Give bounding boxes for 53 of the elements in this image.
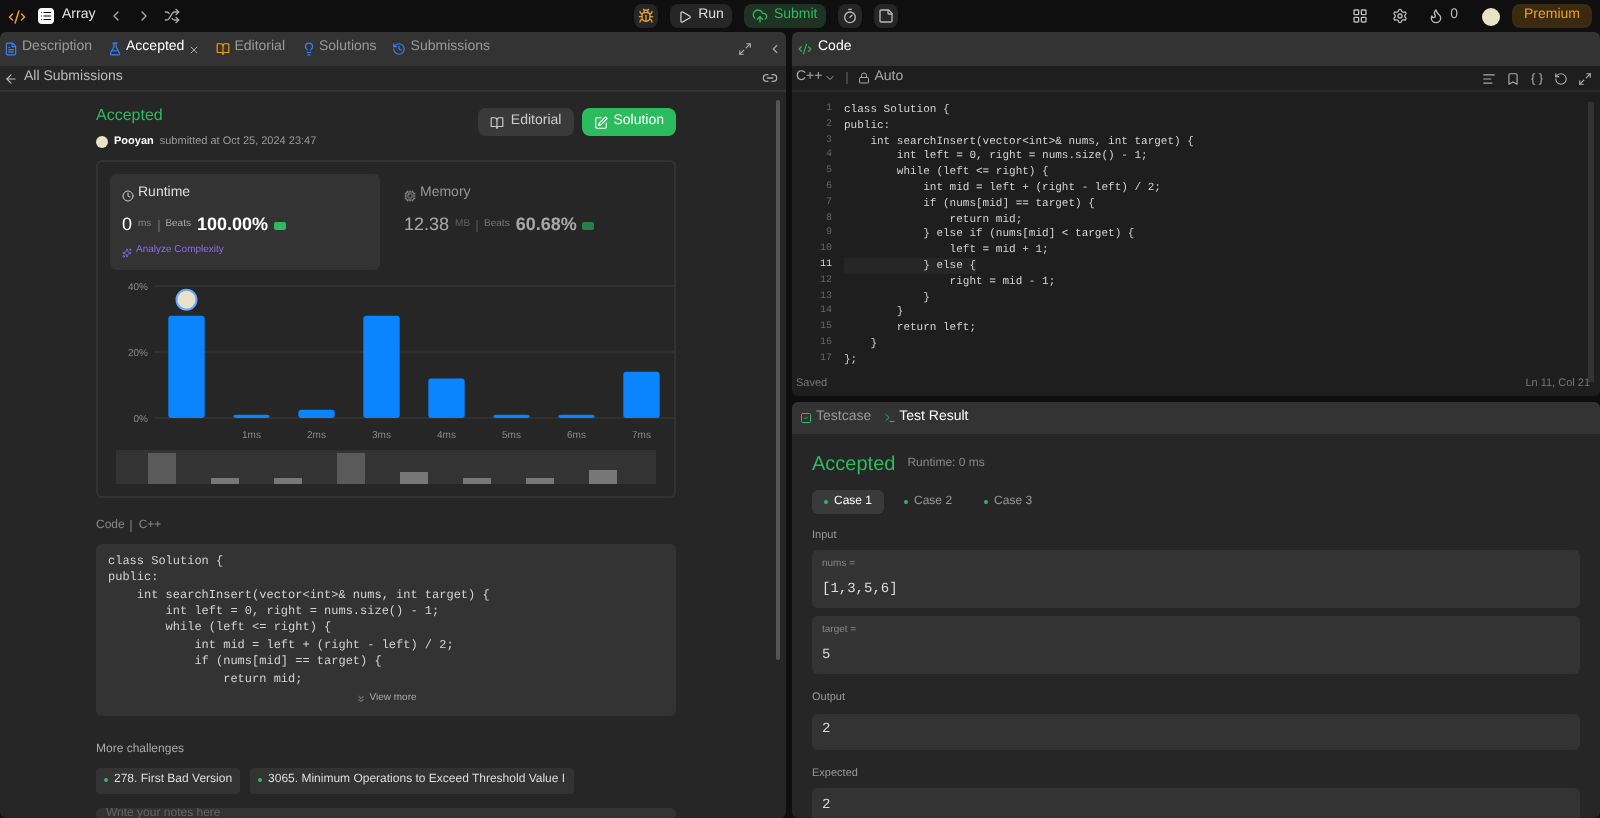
status-text: Accepted <box>96 104 165 128</box>
chip-icon <box>404 189 416 201</box>
book-icon <box>490 115 505 129</box>
stat-value: 0 <box>122 211 133 238</box>
link-icon[interactable] <box>762 70 778 86</box>
badge-icon <box>582 221 595 229</box>
stat-value: 12.38 <box>404 211 450 238</box>
maximize-icon[interactable] <box>738 42 752 56</box>
note-icon[interactable] <box>873 4 898 28</box>
timer-icon[interactable] <box>837 4 862 28</box>
history-icon <box>392 42 407 56</box>
histogram-bar[interactable] <box>298 409 335 418</box>
debug-icon[interactable] <box>634 4 659 28</box>
book-icon <box>216 42 231 56</box>
shuffle-icon[interactable] <box>163 8 180 24</box>
maximize-icon[interactable] <box>1578 71 1592 85</box>
beats-percent: 60.68% <box>515 211 577 238</box>
grid-icon[interactable] <box>1352 8 1369 24</box>
logo-icon[interactable] <box>8 7 26 25</box>
flame-icon[interactable] <box>1428 8 1445 24</box>
back-arrow-icon <box>4 71 18 85</box>
settings-icon[interactable] <box>1392 8 1409 24</box>
close-icon[interactable] <box>188 43 201 55</box>
flask-icon <box>108 42 123 56</box>
result-status: Accepted <box>812 452 896 480</box>
reset-icon[interactable] <box>1554 71 1568 85</box>
histogram-bar[interactable] <box>428 377 465 418</box>
clock-icon <box>122 189 134 201</box>
avatar-icon <box>96 136 108 149</box>
lightbulb-icon <box>301 42 315 56</box>
avatar-icon[interactable] <box>1482 7 1500 25</box>
list-icon <box>38 8 54 24</box>
edit-icon <box>593 115 608 129</box>
braces-icon[interactable] <box>1530 71 1544 85</box>
beats-percent: 100.00% <box>196 211 269 238</box>
upload-icon <box>751 8 768 24</box>
lock-icon <box>858 72 871 84</box>
chevron-down-icon <box>824 72 837 84</box>
collapse-icon[interactable] <box>768 42 782 56</box>
chevrons-down-icon <box>355 694 366 705</box>
scrollbar[interactable] <box>776 100 780 660</box>
terminal-icon <box>883 412 896 424</box>
checkbox-icon <box>800 412 812 424</box>
bookmark-icon[interactable] <box>1506 71 1520 85</box>
range-selector-drawing[interactable] <box>116 449 656 484</box>
code-icon <box>798 42 812 56</box>
badge-icon <box>274 221 287 229</box>
format-icon[interactable] <box>1482 71 1496 85</box>
play-icon <box>678 9 693 23</box>
document-icon <box>4 42 18 56</box>
avatar-marker-icon <box>175 288 198 311</box>
histogram-bar[interactable] <box>623 371 660 418</box>
sparkle-icon <box>122 247 132 257</box>
